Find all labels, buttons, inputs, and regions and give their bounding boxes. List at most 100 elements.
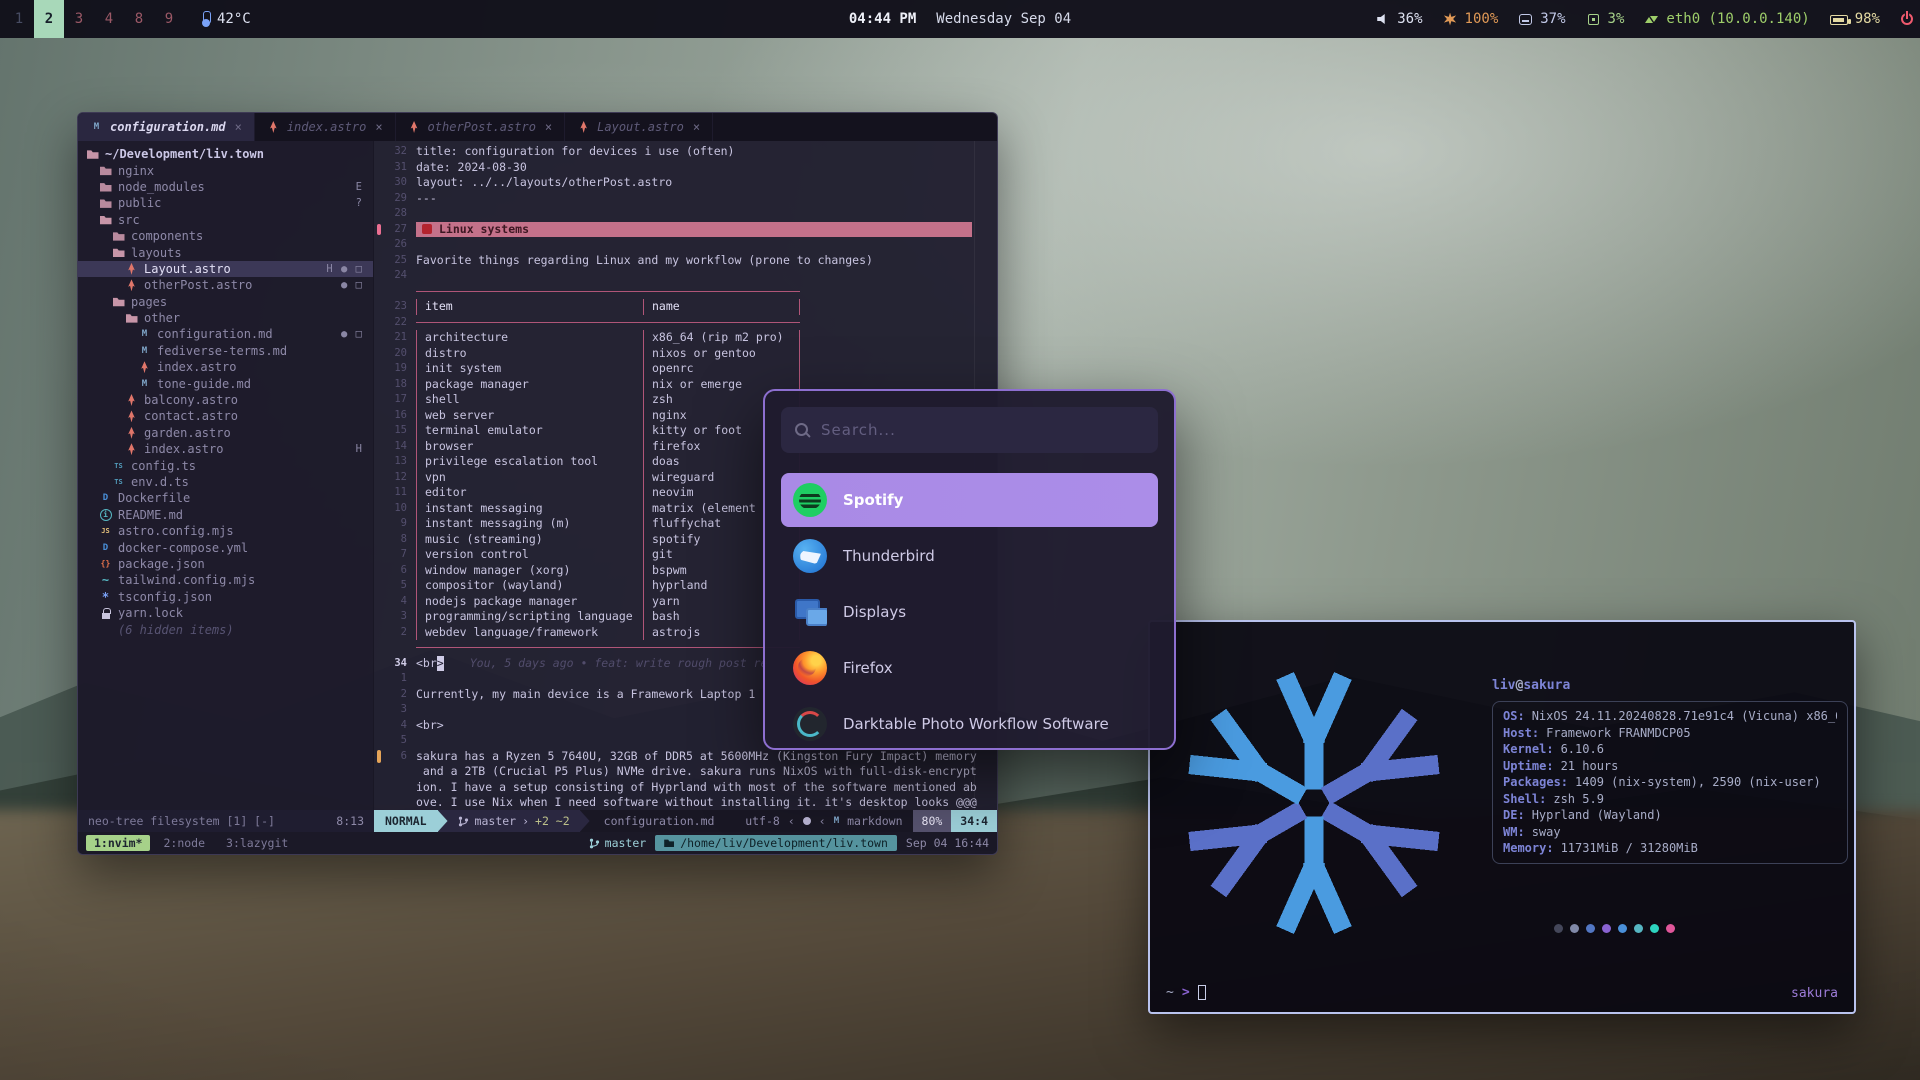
buffer-line[interactable]: 24 <box>374 268 997 284</box>
workspace-button[interactable]: 8 <box>124 0 154 38</box>
buffer-line[interactable]: 32 title: configuration for devices i us… <box>374 144 997 160</box>
tree-item[interactable]: index.astro H <box>78 441 373 457</box>
tree-item[interactable]: configuration.md ● □ <box>78 326 373 342</box>
tree-item[interactable]: garden.astro <box>78 425 373 441</box>
line-text: title: configuration for devices i use (… <box>416 144 997 160</box>
tree-item[interactable]: astro.config.mjs <box>78 523 373 539</box>
tree-item[interactable]: README.md <box>78 507 373 523</box>
line-number: 11 <box>386 485 416 501</box>
lock-icon <box>99 607 112 620</box>
tab-close-icon[interactable]: × <box>693 120 700 134</box>
status-module[interactable]: 3% <box>1586 11 1625 27</box>
tree-item[interactable]: docker-compose.yml <box>78 539 373 555</box>
tree-item[interactable]: nginx <box>78 162 373 178</box>
buffer-line[interactable]: ion. I have a setup consisting of Hyprla… <box>374 780 997 796</box>
tree-item[interactable]: tone-guide.md <box>78 375 373 391</box>
search-input[interactable] <box>821 421 1144 439</box>
tree-item[interactable]: fediverse-terms.md <box>78 343 373 359</box>
line-number: 25 <box>386 253 416 269</box>
tree-item-badge: E <box>356 181 367 193</box>
buffer-line[interactable]: 30 layout: ../../layouts/otherPost.astro <box>374 175 997 191</box>
workspace-button[interactable]: 9 <box>154 0 184 38</box>
table-row[interactable]: 20 distro nixos or gentoo <box>374 346 997 362</box>
tree-item[interactable]: (6 hidden items) <box>78 621 373 637</box>
buffer-line[interactable]: 29 --- <box>374 191 997 207</box>
fetch-terminal[interactable]: liv@sakura OS: NixOS 24.11.20240828.71e9… <box>1148 620 1856 1014</box>
folder-icon <box>664 839 674 848</box>
workspace-button[interactable]: 1 <box>4 0 34 38</box>
buffer-tab[interactable]: index.astro × <box>255 113 396 141</box>
launcher-item[interactable]: Spotify <box>781 473 1158 527</box>
astro-icon <box>125 394 138 407</box>
line-number <box>386 795 416 810</box>
buffer-tab[interactable]: configuration.md × <box>78 113 255 141</box>
workspace-button[interactable]: 2 <box>34 0 64 38</box>
tree-item[interactable]: public ? <box>78 195 373 211</box>
buffer-line[interactable]: 27 Linux systems <box>374 222 997 238</box>
tree-item-label: Layout.astro <box>144 262 231 276</box>
tree-item[interactable]: ~/Development/liv.town <box>78 146 373 162</box>
tree-item[interactable]: other <box>78 310 373 326</box>
status-module[interactable]: 36% <box>1375 11 1422 27</box>
tmux-window[interactable]: 2:node <box>155 835 213 851</box>
disk-icon <box>1518 12 1533 27</box>
workspace-button[interactable]: 4 <box>94 0 124 38</box>
tree-item[interactable]: pages <box>78 294 373 310</box>
tree-item[interactable]: otherPost.astro ● □ <box>78 277 373 293</box>
module-value: eth0 (10.0.0.140) <box>1666 11 1809 27</box>
launcher-item[interactable]: Firefox <box>781 641 1158 695</box>
launcher-item[interactable]: Thunderbird <box>781 529 1158 583</box>
tree-item[interactable]: node_modules E <box>78 179 373 195</box>
buffer-line[interactable]: and a 2TB (Crucial P5 Plus) NVMe drive. … <box>374 764 997 780</box>
gutter-sign <box>374 206 386 222</box>
launcher-item[interactable]: Darktable Photo Workflow Software <box>781 697 1158 750</box>
tree-item[interactable]: balcony.astro <box>78 392 373 408</box>
tab-close-icon[interactable]: × <box>235 120 242 134</box>
workspace-button[interactable]: 3 <box>64 0 94 38</box>
tree-item[interactable]: tailwind.config.mjs <box>78 572 373 588</box>
buffer-line[interactable]: 26 <box>374 237 997 253</box>
tree-item[interactable]: components <box>78 228 373 244</box>
tree-item[interactable]: contact.astro <box>78 408 373 424</box>
tab-close-icon[interactable]: × <box>375 120 382 134</box>
table-cell-name: nixos or gentoo <box>643 346 799 362</box>
tree-item[interactable]: config.ts <box>78 457 373 473</box>
shell-prompt[interactable]: ~ > <box>1166 985 1206 1000</box>
status-module[interactable]: eth0 (10.0.0.140) <box>1644 11 1809 27</box>
status-module[interactable]: 37% <box>1518 11 1565 27</box>
tree-item[interactable]: Dockerfile <box>78 490 373 506</box>
tab-close-icon[interactable]: × <box>545 120 552 134</box>
buffer-line[interactable]: ove. I use Nix when I need software with… <box>374 795 997 810</box>
status-module[interactable]: 100% <box>1443 11 1499 27</box>
tree-item-label: env.d.ts <box>131 475 189 489</box>
module-value: 100% <box>1465 11 1499 27</box>
buffer-line[interactable]: 25 Favorite things regarding Linux and m… <box>374 253 997 269</box>
power-button[interactable] <box>1894 0 1920 38</box>
buffer-tab[interactable]: Layout.astro × <box>565 113 713 141</box>
tree-item[interactable]: index.astro <box>78 359 373 375</box>
table-row[interactable]: 19 init system openrc <box>374 361 997 377</box>
launcher-item[interactable]: Displays <box>781 585 1158 639</box>
tmux-window[interactable]: 3:lazygit <box>218 835 296 851</box>
buffer-tab[interactable]: otherPost.astro × <box>396 113 566 141</box>
tree-item[interactable]: src <box>78 212 373 228</box>
status-module[interactable]: 98% <box>1830 11 1880 27</box>
tree-item[interactable]: yarn.lock <box>78 605 373 621</box>
fetch-info-frame: OS: NixOS 24.11.20240828.71e91c4 (Vicuna… <box>1492 701 1848 864</box>
buffer-line[interactable]: 31 date: 2024-08-30 <box>374 160 997 176</box>
buffer-line[interactable]: 6 sakura has a Ryzen 5 7640U, 32GB of DD… <box>374 749 997 765</box>
tree-item-label: (6 hidden items) <box>118 623 234 637</box>
tailwind-icon <box>99 574 112 587</box>
tree-item[interactable]: tsconfig.json <box>78 589 373 605</box>
buffer-line[interactable]: 28 <box>374 206 997 222</box>
table-cell-item: browser <box>417 439 643 455</box>
tree-item[interactable]: package.json <box>78 556 373 572</box>
tmux-window[interactable]: 1:nvim* <box>86 835 150 851</box>
table-header-row[interactable]: 23 item name <box>374 299 997 315</box>
launcher-search[interactable] <box>781 407 1158 453</box>
table-row[interactable]: 21 architecture x86_64 (rip m2 pro) <box>374 330 997 346</box>
tree-item[interactable]: layouts <box>78 244 373 260</box>
tree-item[interactable]: Layout.astro H ● □ <box>78 261 373 277</box>
module-value: 36% <box>1397 11 1422 27</box>
tree-item[interactable]: env.d.ts <box>78 474 373 490</box>
